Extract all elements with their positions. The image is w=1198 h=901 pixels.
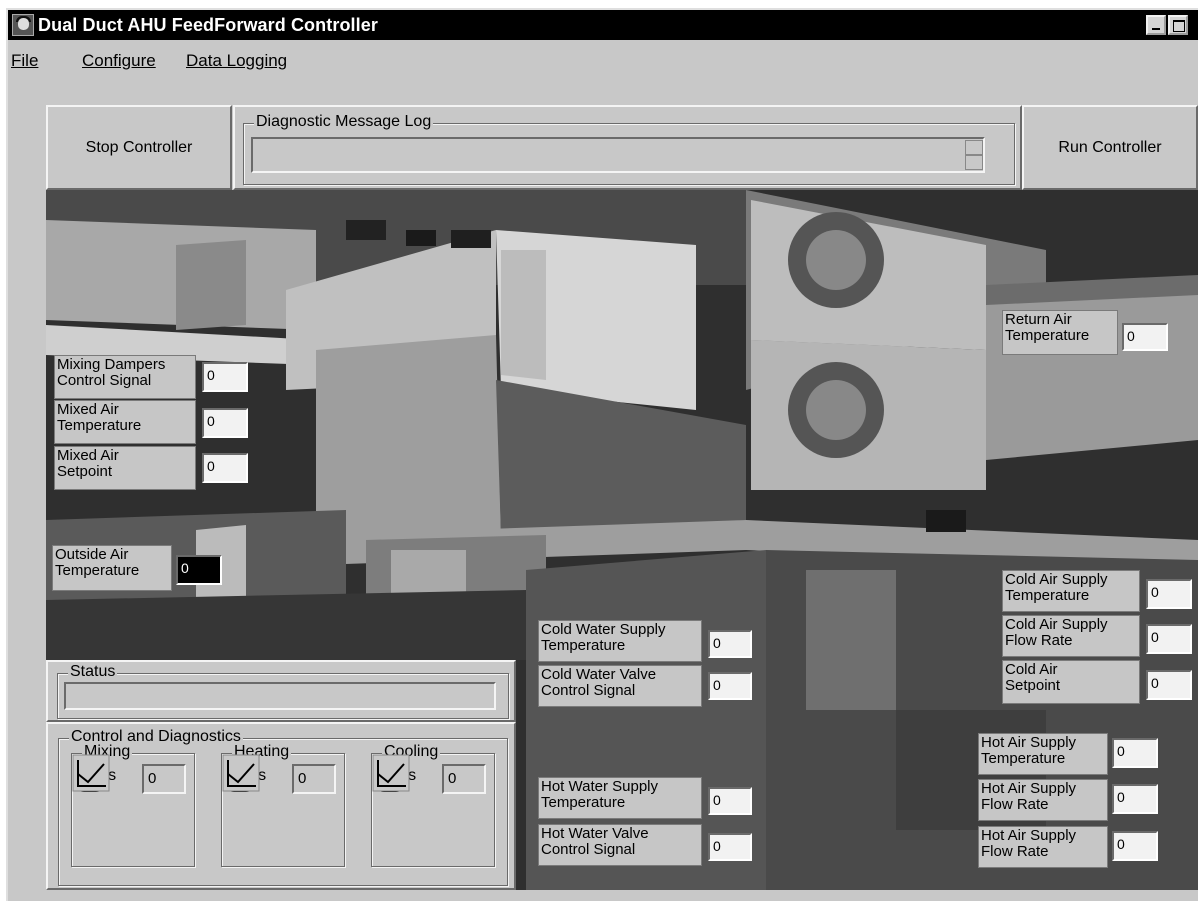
- control-diagnostics-group: Control and Diagnostics Mixing Bias 0: [58, 728, 508, 886]
- mixed-air-setpoint-value[interactable]: 0: [202, 453, 248, 483]
- control-diagnostics-panel: Control and Diagnostics Mixing Bias 0: [46, 722, 516, 890]
- cold-water-valve-signal-label: Cold Water Valve Control Signal: [538, 665, 702, 707]
- heating-trend-icon[interactable]: [222, 754, 260, 792]
- cooling-bias-field[interactable]: 0: [442, 764, 486, 794]
- menu-data-logging[interactable]: Data Logging: [186, 51, 287, 71]
- mixing-group: Mixing Bias 0: [71, 743, 195, 867]
- run-controller-button[interactable]: Run Controller: [1022, 105, 1198, 190]
- spin-down-arrow[interactable]: [965, 155, 983, 170]
- status-panel: Status: [46, 660, 516, 722]
- app-window: Dual Duct AHU FeedForward Controller Fil…: [6, 8, 1198, 901]
- mixing-dampers-signal-label: Mixing Dampers Control Signal: [54, 355, 196, 399]
- cooling-group: Cooling Bias 0: [371, 743, 495, 867]
- hot-air-supply-flow-2-label: Hot Air Supply Flow Rate: [978, 826, 1108, 868]
- mixing-trend-icon[interactable]: [72, 754, 110, 792]
- ahu-schematic: Return Air Temperature 0 Mixing Dampers Co…: [46, 190, 1198, 890]
- stop-controller-button[interactable]: Stop Controller: [46, 105, 232, 190]
- app-icon[interactable]: [12, 14, 34, 36]
- mixing-bias-field[interactable]: 0: [142, 764, 186, 794]
- hot-water-valve-signal-label: Hot Water Valve Control Signal: [538, 824, 702, 866]
- diagnostic-log-panel: Diagnostic Message Log: [233, 105, 1022, 190]
- minimize-button[interactable]: [1146, 15, 1166, 35]
- hot-air-supply-temp-value[interactable]: 0: [1112, 738, 1158, 768]
- hot-air-supply-flow-value[interactable]: 0: [1112, 784, 1158, 814]
- heating-group: Heating Bias 0: [221, 743, 345, 867]
- hot-water-supply-temp-label: Hot Water Supply Temperature: [538, 777, 702, 819]
- cold-water-supply-temp-label: Cold Water Supply Temperature: [538, 620, 702, 662]
- cold-air-setpoint-value[interactable]: 0: [1146, 670, 1192, 700]
- hot-air-supply-temp-label: Hot Air Supply Temperature: [978, 733, 1108, 775]
- diagnostic-log-spinner[interactable]: [965, 140, 983, 170]
- mixed-air-temp-value[interactable]: 0: [202, 408, 248, 438]
- return-air-temp-label: Return Air Temperature: [1002, 310, 1118, 355]
- cold-air-supply-temp-label: Cold Air Supply Temperature: [1002, 570, 1140, 612]
- cold-air-supply-flow-label: Cold Air Supply Flow Rate: [1002, 615, 1140, 657]
- outside-air-temp-label: Outside Air Temperature: [52, 545, 172, 591]
- menu-configure[interactable]: Configure: [82, 51, 156, 71]
- heating-bias-field[interactable]: 0: [292, 764, 336, 794]
- cold-water-valve-signal-value[interactable]: 0: [708, 672, 752, 700]
- cold-air-setpoint-label: Cold Air Setpoint: [1002, 660, 1140, 704]
- cold-air-supply-temp-value[interactable]: 0: [1146, 579, 1192, 609]
- hot-water-valve-signal-value[interactable]: 0: [708, 833, 752, 861]
- diagnostic-log-field[interactable]: [251, 137, 985, 173]
- spin-up-arrow[interactable]: [965, 140, 983, 155]
- main-content: Stop Controller Diagnostic Message Log R…: [46, 105, 1198, 890]
- mixed-air-setpoint-label: Mixed Air Setpoint: [54, 446, 196, 490]
- menu-file[interactable]: File: [11, 51, 38, 71]
- status-title: Status: [68, 663, 118, 681]
- menu-bar: File Configure Data Logging: [8, 42, 1198, 76]
- maximize-button[interactable]: [1168, 15, 1188, 35]
- return-air-temp-value[interactable]: 0: [1122, 323, 1168, 351]
- diagnostic-log-title: Diagnostic Message Log: [254, 113, 434, 131]
- window-title: Dual Duct AHU FeedForward Controller: [38, 15, 378, 35]
- hot-air-supply-flow-2-value[interactable]: 0: [1112, 831, 1158, 861]
- outside-air-temp-value[interactable]: 0: [176, 555, 222, 585]
- hot-air-supply-flow-label: Hot Air Supply Flow Rate: [978, 779, 1108, 821]
- cold-air-supply-flow-value[interactable]: 0: [1146, 624, 1192, 654]
- cooling-trend-icon[interactable]: [372, 754, 410, 792]
- cold-water-supply-temp-value[interactable]: 0: [708, 630, 752, 658]
- title-bar: Dual Duct AHU FeedForward Controller: [8, 10, 1198, 40]
- hot-water-supply-temp-value[interactable]: 0: [708, 787, 752, 815]
- status-field: [64, 682, 496, 710]
- mixing-dampers-signal-value[interactable]: 0: [202, 362, 248, 392]
- mixed-air-temp-label: Mixed Air Temperature: [54, 400, 196, 444]
